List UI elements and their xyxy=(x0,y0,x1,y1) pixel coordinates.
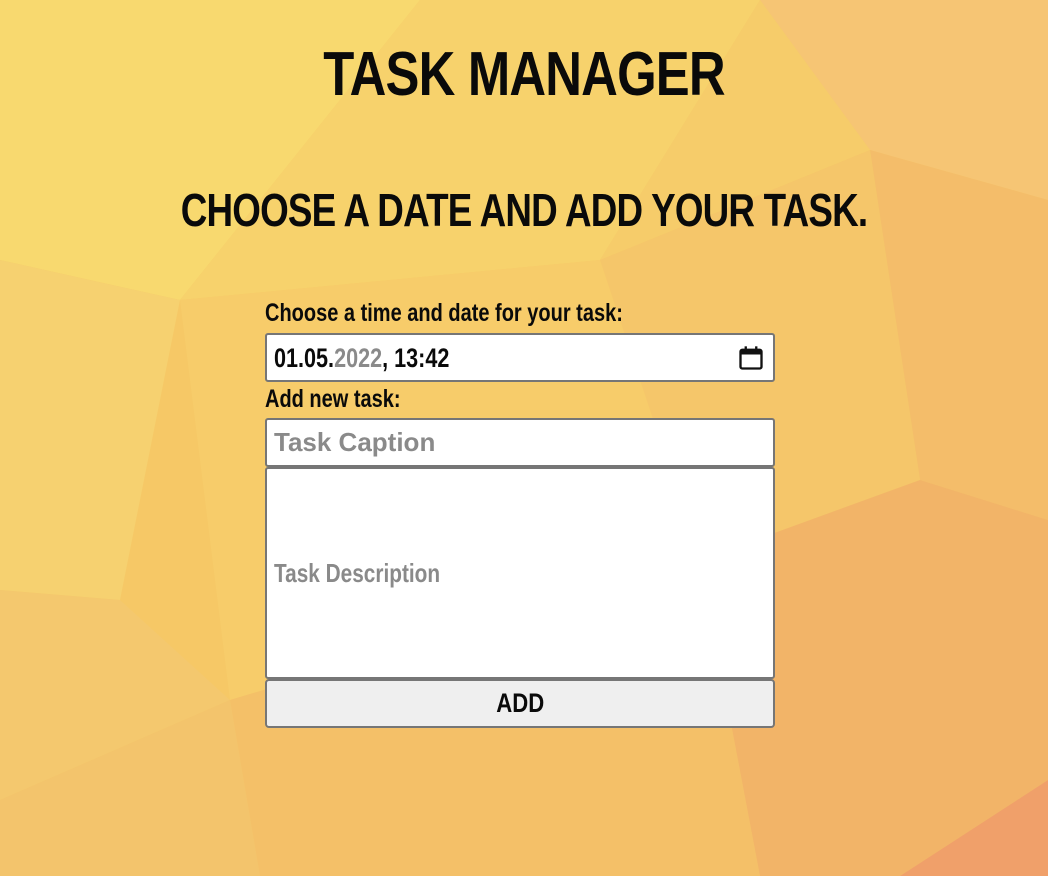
page: TASK MANAGER CHOOSE A DATE AND ADD YOUR … xyxy=(0,0,1048,876)
page-subtitle: CHOOSE A DATE AND ADD YOUR TASK. xyxy=(180,184,868,236)
page-title: TASK MANAGER xyxy=(323,40,725,109)
task-caption-input[interactable] xyxy=(265,418,775,467)
task-label: Add new task: xyxy=(265,385,401,413)
date-year: 2022 xyxy=(334,343,383,373)
date-day-month: 01.05. xyxy=(274,343,335,373)
datetime-value: 01.05.2022, 13:42 xyxy=(274,342,449,374)
add-button-label: ADD xyxy=(496,688,544,718)
calendar-icon[interactable] xyxy=(737,344,765,372)
add-button[interactable]: ADD xyxy=(265,679,775,728)
task-description-placeholder: Task Description xyxy=(274,558,441,588)
date-time: , 13:42 xyxy=(382,343,450,373)
date-label: Choose a time and date for your task: xyxy=(265,299,623,327)
task-description-input[interactable]: Task Description xyxy=(265,467,775,679)
datetime-input[interactable]: 01.05.2022, 13:42 xyxy=(265,333,775,382)
